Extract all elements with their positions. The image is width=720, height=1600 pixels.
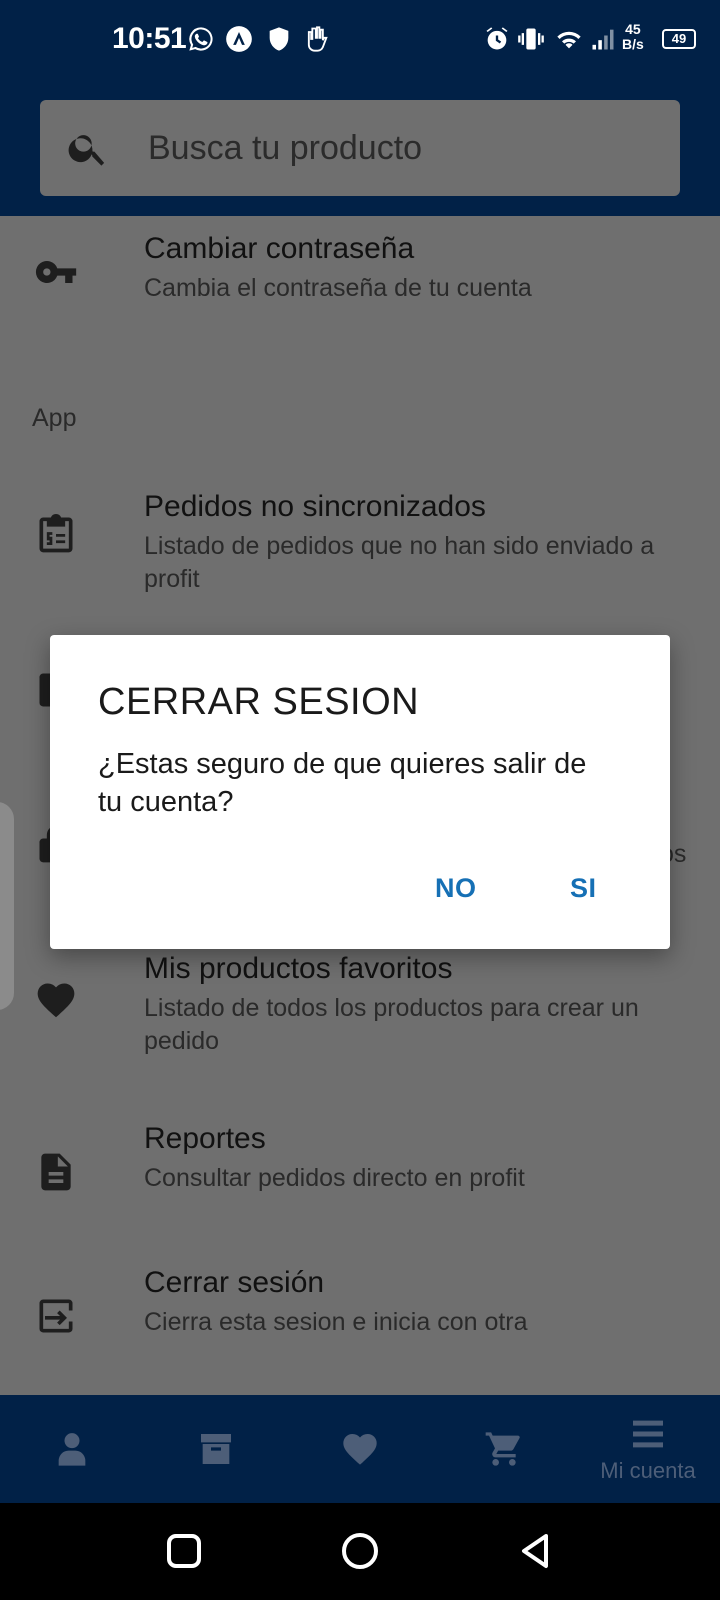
logout-icon bbox=[34, 1294, 78, 1338]
back-button[interactable] bbox=[516, 1531, 556, 1571]
nav-label: Mi cuenta bbox=[600, 1458, 696, 1483]
list-item-unsynced-orders[interactable]: Pedidos no sincronizados Listado de pedi… bbox=[0, 476, 720, 616]
nav-profile[interactable] bbox=[0, 1395, 144, 1503]
list-item-title: Mis productos favoritos bbox=[144, 952, 453, 985]
wifi-icon bbox=[554, 22, 584, 56]
key-icon bbox=[34, 250, 78, 294]
signal-icon bbox=[588, 22, 618, 56]
battery-icon: 49 bbox=[662, 29, 696, 49]
list-item-title: Pedidos no sincronizados bbox=[144, 490, 486, 523]
clipboard-list-icon bbox=[34, 512, 78, 556]
nav-cart[interactable] bbox=[432, 1395, 576, 1503]
menu-icon bbox=[633, 1420, 663, 1448]
heart-icon bbox=[343, 1433, 377, 1465]
list-item-subtitle: Listado de pedidos que no han sido envia… bbox=[144, 532, 655, 593]
app-a-icon bbox=[224, 22, 254, 56]
list-item-change-password[interactable]: Cambiar contraseña Cambia el contraseña … bbox=[0, 216, 720, 346]
list-item-title: Reportes bbox=[144, 1122, 266, 1155]
status-bar: 10:51 45 B/s 49 bbox=[0, 0, 720, 82]
system-navigation-bar bbox=[0, 1503, 720, 1600]
search-icon[interactable] bbox=[66, 126, 110, 170]
bottom-navigation: Mi cuenta bbox=[0, 1395, 720, 1503]
cart-icon bbox=[485, 1432, 520, 1466]
home-button[interactable] bbox=[340, 1531, 380, 1571]
archive-icon bbox=[201, 1434, 231, 1464]
list-item-subtitle: Consultar pedidos directo en profit bbox=[144, 1164, 525, 1192]
hand-icon bbox=[302, 22, 332, 56]
shield-icon bbox=[264, 22, 294, 56]
heart-icon bbox=[34, 978, 78, 1022]
search-header bbox=[0, 82, 720, 216]
logout-confirm-dialog: CERRAR SESION ¿Estas seguro de que quier… bbox=[50, 635, 670, 949]
nav-my-account[interactable]: Mi cuenta bbox=[576, 1395, 720, 1503]
list-item-subtitle: Listado de todos los productos para crea… bbox=[144, 994, 639, 1055]
dialog-no-button[interactable]: NO bbox=[435, 873, 477, 904]
dialog-title: CERRAR SESION bbox=[98, 681, 420, 723]
net-speed: 45 B/s bbox=[622, 21, 644, 52]
user-icon bbox=[58, 1433, 86, 1466]
dialog-message: ¿Estas seguro de que quieres salir de tu… bbox=[98, 748, 587, 818]
nav-catalog[interactable] bbox=[144, 1395, 288, 1503]
vibrate-icon bbox=[516, 22, 546, 56]
status-time: 10:51 bbox=[112, 22, 187, 55]
search-input[interactable] bbox=[148, 128, 628, 168]
alarm-icon bbox=[482, 22, 512, 56]
list-item-reports[interactable]: Reportes Consultar pedidos directo en pr… bbox=[0, 1122, 720, 1242]
list-item-title: Cerrar sesión bbox=[144, 1266, 325, 1299]
section-label-app: App bbox=[32, 404, 77, 432]
search-bar[interactable] bbox=[40, 100, 680, 196]
list-item-subtitle: Cambia el contraseña de tu cuenta bbox=[144, 274, 532, 302]
recents-button[interactable] bbox=[164, 1531, 204, 1571]
document-icon bbox=[34, 1150, 78, 1194]
list-item-logout[interactable]: Cerrar sesión Cierra esta sesion e inici… bbox=[0, 1266, 720, 1386]
nav-favorites[interactable] bbox=[288, 1395, 432, 1503]
dialog-yes-button[interactable]: SI bbox=[570, 873, 597, 904]
list-item-favorites[interactable]: Mis productos favoritos Listado de todos… bbox=[0, 952, 720, 1102]
whatsapp-icon bbox=[186, 22, 216, 56]
list-item-title: Cambiar contraseña bbox=[144, 232, 415, 265]
list-item-subtitle: Cierra esta sesion e inicia con otra bbox=[144, 1308, 528, 1336]
